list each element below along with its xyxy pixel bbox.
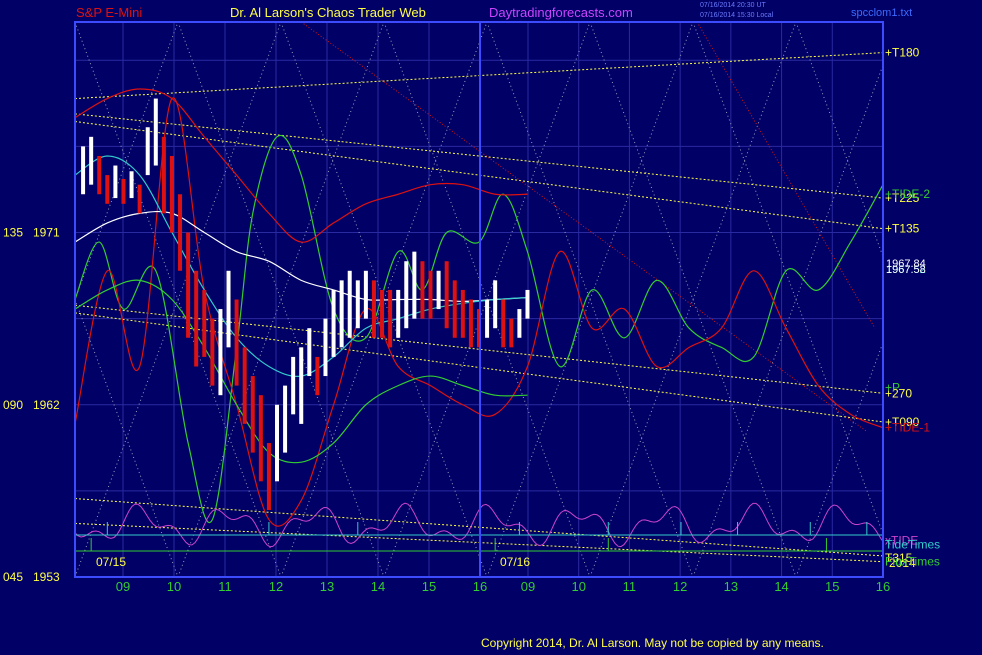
y-axis-code: 135 xyxy=(3,226,23,240)
hour-tick-label: 11 xyxy=(623,579,637,594)
date-label: 07/15 xyxy=(96,555,126,569)
y-axis-price: 1971 xyxy=(33,226,60,240)
price-bar xyxy=(283,385,288,453)
price-bar xyxy=(186,232,191,338)
hour-tick-label: 09 xyxy=(116,579,130,594)
price-bar xyxy=(81,146,86,195)
price-readout: 1967.58 xyxy=(886,264,926,276)
price-bar xyxy=(371,280,376,338)
site-link[interactable]: Daytradingforecasts.com xyxy=(489,5,633,20)
price-bar xyxy=(275,404,279,482)
price-bar xyxy=(347,270,352,338)
price-bar xyxy=(493,280,498,329)
price-bar xyxy=(509,318,514,348)
price-bar xyxy=(331,289,336,357)
price-bar xyxy=(105,175,110,204)
hour-tick-label: 10 xyxy=(167,579,181,594)
price-bar xyxy=(169,155,174,233)
price-bar xyxy=(485,299,490,338)
hour-tick-label: 11 xyxy=(218,579,232,594)
right-label--t135: +T135 xyxy=(885,222,920,236)
price-bar xyxy=(363,270,368,319)
y-axis-code: 045 xyxy=(3,570,23,584)
hour-tick-label: 13 xyxy=(724,579,738,594)
price-bar xyxy=(161,136,166,214)
price-bar xyxy=(404,261,409,329)
copyright-text: Copyright 2014, Dr. Al Larson. May not b… xyxy=(481,636,824,650)
price-bar xyxy=(250,376,255,453)
hour-tick-label: 09 xyxy=(521,579,535,594)
price-bar xyxy=(420,261,425,319)
chart-file-label: spcclom1.txt xyxy=(851,7,912,19)
right-label--p: +P xyxy=(885,381,900,395)
date-label: 07/16 xyxy=(500,555,530,569)
price-bar xyxy=(129,171,134,199)
chart-title: Dr. Al Larson's Chaos Trader Web xyxy=(230,5,426,20)
y-axis-price: 1953 xyxy=(33,570,60,584)
hour-tick-label: 15 xyxy=(422,579,436,594)
price-bar xyxy=(388,289,393,348)
hour-tick-label: 14 xyxy=(371,579,385,594)
price-bar xyxy=(210,318,215,386)
price-bar xyxy=(178,194,183,271)
price-bar xyxy=(97,155,102,195)
price-bar xyxy=(202,289,207,357)
price-bar xyxy=(339,280,344,348)
price-bar xyxy=(121,178,126,204)
price-bar xyxy=(468,299,473,348)
price-bar xyxy=(291,356,296,415)
right-label--tide-1: +TIDE-1 xyxy=(885,421,930,435)
hour-tick-label: 10 xyxy=(571,579,585,594)
price-bar xyxy=(153,98,158,166)
price-bar xyxy=(444,261,449,329)
price-bar xyxy=(396,289,401,338)
right-label-tidetimes: TideTimes xyxy=(885,537,940,551)
hour-tick-label: 14 xyxy=(774,579,788,594)
price-bar xyxy=(436,270,441,310)
chaos-chart: 135 1971 090 1962 045 1953 07/15 07/16 09 10 11 12 1… xyxy=(0,0,982,650)
price-bar xyxy=(323,318,328,377)
right-label-fluxtimes: FluxTimes xyxy=(885,555,940,569)
price-bar xyxy=(355,280,360,329)
timestamp-ut: 07/16/2014 20:30 UT xyxy=(700,2,766,9)
price-bar xyxy=(218,309,223,396)
timestamp-local: 07/16/2014 15:30 Local xyxy=(700,12,774,19)
y-axis-code: 090 xyxy=(3,398,23,412)
price-bar xyxy=(525,289,530,319)
hour-tick-label: 16 xyxy=(876,579,890,594)
price-bar xyxy=(258,395,263,482)
price-bar xyxy=(242,347,247,424)
price-bar xyxy=(234,299,239,386)
price-bar xyxy=(89,136,94,185)
price-bar xyxy=(113,165,118,199)
y-axis-price: 1962 xyxy=(33,398,60,412)
price-bar xyxy=(226,270,231,348)
hour-tick-label: 12 xyxy=(269,579,283,594)
price-bar xyxy=(380,289,385,338)
price-bar xyxy=(460,289,465,338)
hour-tick-label: 13 xyxy=(320,579,334,594)
price-bar xyxy=(299,347,304,424)
price-bar xyxy=(145,127,150,176)
price-bar xyxy=(517,309,522,338)
chart-stage: 135 1971 090 1962 045 1953 07/15 07/16 09 10 11 12 1… xyxy=(0,0,982,650)
price-bar xyxy=(137,184,142,214)
price-bar xyxy=(307,328,312,377)
right-label--tide-2: +TIDE-2 xyxy=(885,187,930,201)
price-bar xyxy=(194,270,199,367)
hour-tick-label: 15 xyxy=(825,579,839,594)
right-label--t180: +T180 xyxy=(885,46,920,60)
price-bar xyxy=(501,299,506,348)
price-bar xyxy=(315,356,320,396)
hour-tick-label: 16 xyxy=(473,579,487,594)
price-bar xyxy=(428,270,433,319)
price-bar xyxy=(452,280,457,338)
symbol-label: S&P E-Mini xyxy=(76,5,142,20)
price-bar xyxy=(412,251,417,319)
price-bar xyxy=(266,443,271,511)
hour-tick-label: 12 xyxy=(673,579,687,594)
